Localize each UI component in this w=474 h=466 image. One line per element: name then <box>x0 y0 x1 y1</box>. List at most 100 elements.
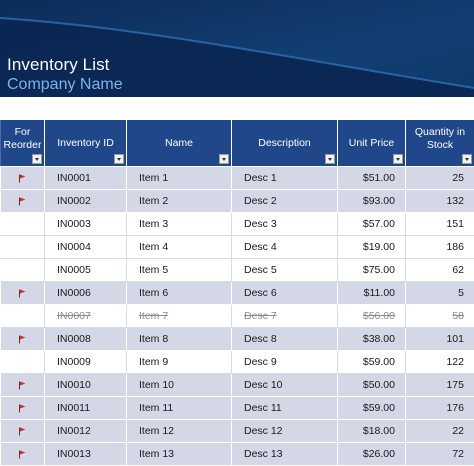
table-row[interactable]: IN0012Item 12Desc 12$18.0022 <box>1 420 474 443</box>
cell-description[interactable]: Desc 3 <box>232 213 338 236</box>
cell-for-reorder[interactable] <box>1 351 45 374</box>
cell-unit-price[interactable]: $59.00 <box>338 351 406 374</box>
cell-quantity[interactable]: 101 <box>406 328 474 351</box>
cell-name[interactable]: Item 9 <box>127 351 232 374</box>
cell-quantity[interactable]: 72 <box>406 443 474 466</box>
cell-unit-price[interactable]: $51.00 <box>338 167 406 190</box>
reorder-flag-icon <box>18 287 26 299</box>
filter-dropdown-button[interactable] <box>114 154 124 164</box>
cell-inventory-id[interactable]: IN0008 <box>45 328 127 351</box>
cell-for-reorder[interactable] <box>1 190 45 213</box>
cell-description[interactable]: Desc 1 <box>232 167 338 190</box>
table-row[interactable]: IN0002Item 2Desc 2$93.00132 <box>1 190 474 213</box>
cell-description[interactable]: Desc 6 <box>232 282 338 305</box>
cell-unit-price[interactable]: $38.00 <box>338 328 406 351</box>
cell-quantity[interactable]: 25 <box>406 167 474 190</box>
cell-for-reorder[interactable] <box>1 305 45 328</box>
cell-for-reorder[interactable] <box>1 420 45 443</box>
cell-inventory-id[interactable]: IN0009 <box>45 351 127 374</box>
cell-unit-price[interactable]: $57.00 <box>338 213 406 236</box>
cell-inventory-id[interactable]: IN0013 <box>45 443 127 466</box>
cell-name[interactable]: Item 11 <box>127 397 232 420</box>
table-row[interactable]: IN0001Item 1Desc 1$51.0025 <box>1 167 474 190</box>
cell-inventory-id[interactable]: IN0003 <box>45 213 127 236</box>
table-row[interactable]: IN0006Item 6Desc 6$11.005 <box>1 282 474 305</box>
cell-inventory-id[interactable]: IN0010 <box>45 374 127 397</box>
cell-unit-price[interactable]: $56.00 <box>338 305 406 328</box>
cell-for-reorder[interactable] <box>1 213 45 236</box>
cell-description[interactable]: Desc 9 <box>232 351 338 374</box>
table-row[interactable]: IN0004Item 4Desc 4$19.00186 <box>1 236 474 259</box>
cell-inventory-id[interactable]: IN0012 <box>45 420 127 443</box>
cell-inventory-id[interactable]: IN0002 <box>45 190 127 213</box>
cell-for-reorder[interactable] <box>1 259 45 282</box>
cell-name[interactable]: Item 6 <box>127 282 232 305</box>
table-row[interactable]: IN0007Item 7Desc 7$56.0058 <box>1 305 474 328</box>
cell-unit-price[interactable]: $18.00 <box>338 420 406 443</box>
cell-inventory-id[interactable]: IN0001 <box>45 167 127 190</box>
cell-description[interactable]: Desc 7 <box>232 305 338 328</box>
table-row[interactable]: IN0009Item 9Desc 9$59.00122 <box>1 351 474 374</box>
cell-quantity[interactable]: 176 <box>406 397 474 420</box>
filter-dropdown-button[interactable] <box>393 154 403 164</box>
table-row[interactable]: IN0003Item 3Desc 3$57.00151 <box>1 213 474 236</box>
cell-description[interactable]: Desc 4 <box>232 236 338 259</box>
cell-for-reorder[interactable] <box>1 397 45 420</box>
cell-quantity[interactable]: 122 <box>406 351 474 374</box>
cell-quantity[interactable]: 5 <box>406 282 474 305</box>
cell-description[interactable]: Desc 8 <box>232 328 338 351</box>
cell-description[interactable]: Desc 2 <box>232 190 338 213</box>
table-row[interactable]: IN0011Item 11Desc 11$59.00176 <box>1 397 474 420</box>
cell-name[interactable]: Item 3 <box>127 213 232 236</box>
cell-quantity[interactable]: 22 <box>406 420 474 443</box>
cell-quantity[interactable]: 186 <box>406 236 474 259</box>
cell-unit-price[interactable]: $50.00 <box>338 374 406 397</box>
cell-inventory-id[interactable]: IN0006 <box>45 282 127 305</box>
cell-quantity[interactable]: 62 <box>406 259 474 282</box>
filter-dropdown-button[interactable] <box>462 154 472 164</box>
table-row[interactable]: IN0008Item 8Desc 8$38.00101 <box>1 328 474 351</box>
cell-name[interactable]: Item 2 <box>127 190 232 213</box>
cell-for-reorder[interactable] <box>1 443 45 466</box>
filter-dropdown-button[interactable] <box>219 154 229 164</box>
cell-name[interactable]: Item 10 <box>127 374 232 397</box>
cell-for-reorder[interactable] <box>1 282 45 305</box>
cell-inventory-id[interactable]: IN0004 <box>45 236 127 259</box>
cell-unit-price[interactable]: $19.00 <box>338 236 406 259</box>
cell-name[interactable]: Item 8 <box>127 328 232 351</box>
cell-for-reorder[interactable] <box>1 167 45 190</box>
table-row[interactable]: IN0013Item 13Desc 13$26.0072 <box>1 443 474 466</box>
cell-inventory-id[interactable]: IN0011 <box>45 397 127 420</box>
cell-unit-price[interactable]: $26.00 <box>338 443 406 466</box>
cell-name[interactable]: Item 5 <box>127 259 232 282</box>
cell-description[interactable]: Desc 5 <box>232 259 338 282</box>
cell-quantity[interactable]: 151 <box>406 213 474 236</box>
cell-description[interactable]: Desc 13 <box>232 443 338 466</box>
cell-for-reorder[interactable] <box>1 374 45 397</box>
cell-name[interactable]: Item 7 <box>127 305 232 328</box>
table-header-row: For Reorder Inventory ID Name Descriptio… <box>1 120 474 167</box>
cell-unit-price[interactable]: $59.00 <box>338 397 406 420</box>
cell-for-reorder[interactable] <box>1 328 45 351</box>
cell-description[interactable]: Desc 12 <box>232 420 338 443</box>
filter-dropdown-button[interactable] <box>32 154 42 164</box>
cell-description[interactable]: Desc 10 <box>232 374 338 397</box>
cell-name[interactable]: Item 12 <box>127 420 232 443</box>
cell-inventory-id[interactable]: IN0005 <box>45 259 127 282</box>
cell-name[interactable]: Item 1 <box>127 167 232 190</box>
cell-name[interactable]: Item 13 <box>127 443 232 466</box>
cell-unit-price[interactable]: $11.00 <box>338 282 406 305</box>
cell-description[interactable]: Desc 11 <box>232 397 338 420</box>
cell-unit-price[interactable]: $75.00 <box>338 259 406 282</box>
cell-name[interactable]: Item 4 <box>127 236 232 259</box>
table-row[interactable]: IN0010Item 10Desc 10$50.00175 <box>1 374 474 397</box>
table-row[interactable]: IN0005Item 5Desc 5$75.0062 <box>1 259 474 282</box>
cell-inventory-id[interactable]: IN0007 <box>45 305 127 328</box>
cell-quantity[interactable]: 132 <box>406 190 474 213</box>
filter-dropdown-button[interactable] <box>325 154 335 164</box>
cell-for-reorder[interactable] <box>1 236 45 259</box>
cell-quantity[interactable]: 175 <box>406 374 474 397</box>
cell-unit-price[interactable]: $93.00 <box>338 190 406 213</box>
column-header-unit-price: Unit Price <box>338 120 406 167</box>
cell-quantity[interactable]: 58 <box>406 305 474 328</box>
